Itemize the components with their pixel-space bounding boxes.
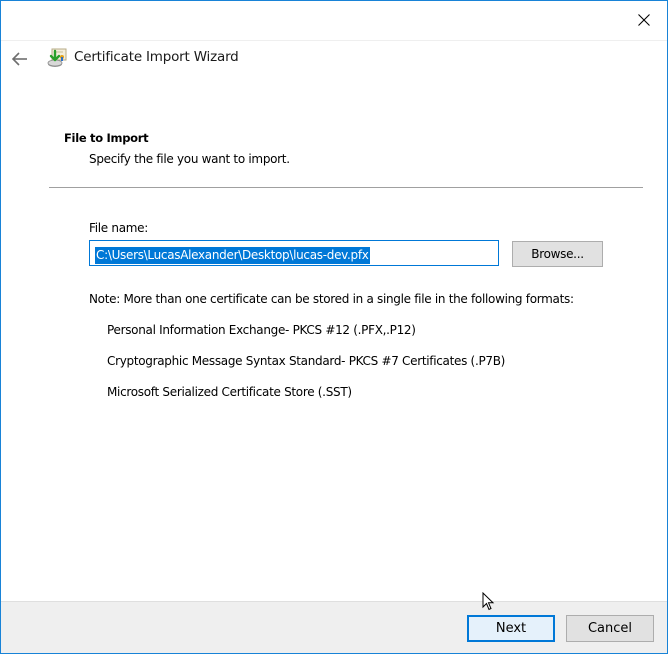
section-description: Specify the file you want to import.	[89, 152, 290, 166]
format-item: Microsoft Serialized Certificate Store (…	[107, 385, 352, 399]
filename-value: C:\Users\LucasAlexander\Desktop\lucas-de…	[95, 247, 370, 264]
section-title: File to Import	[64, 131, 149, 145]
note-text: Note: More than one certificate can be s…	[89, 292, 574, 306]
back-arrow-icon	[12, 52, 27, 66]
next-button[interactable]: Next	[467, 615, 555, 642]
filename-input[interactable]: C:\Users\LucasAlexander\Desktop\lucas-de…	[89, 240, 499, 266]
format-item: Cryptographic Message Syntax Standard- P…	[107, 354, 506, 368]
wizard-title: Certificate Import Wizard	[74, 49, 239, 65]
certificate-import-icon	[47, 48, 67, 67]
titlebar-divider	[1, 40, 667, 41]
back-button[interactable]	[9, 48, 31, 70]
mouse-cursor-icon	[482, 592, 495, 611]
browse-button[interactable]: Browse...	[512, 241, 603, 267]
close-icon	[638, 14, 650, 26]
header-separator	[49, 187, 643, 188]
format-item: Personal Information Exchange- PKCS #12 …	[107, 323, 416, 337]
close-button[interactable]	[627, 5, 661, 35]
footer-bar: Next Cancel	[1, 601, 667, 653]
filename-label: File name:	[89, 221, 148, 235]
certificate-import-wizard-window: Certificate Import Wizard File to Import…	[0, 0, 668, 654]
cancel-button[interactable]: Cancel	[566, 615, 654, 642]
